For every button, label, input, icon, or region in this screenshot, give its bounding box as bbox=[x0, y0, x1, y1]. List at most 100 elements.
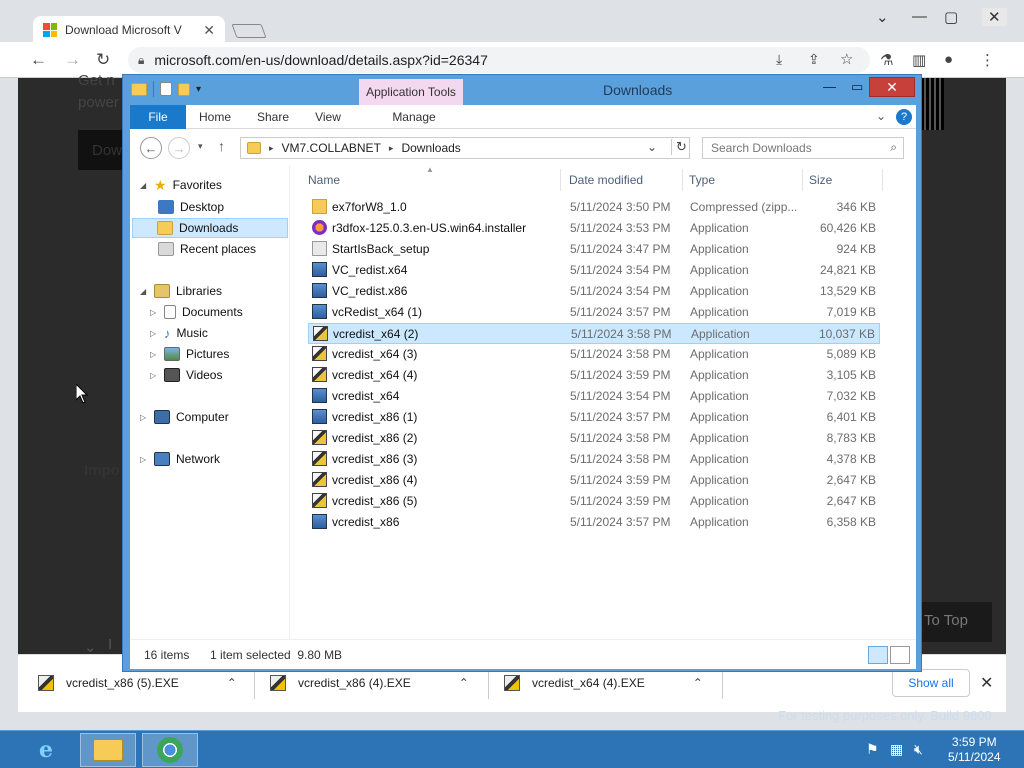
reload-button[interactable]: ↻ bbox=[96, 50, 110, 70]
column-header-type[interactable]: Type bbox=[689, 173, 715, 187]
close-window-button[interactable]: ✕ bbox=[869, 77, 915, 97]
tab-file[interactable]: File bbox=[130, 105, 186, 129]
recent-locations-icon[interactable]: ▾ bbox=[198, 141, 203, 152]
refresh-icon[interactable]: ↻ bbox=[671, 139, 687, 155]
chevron-up-icon[interactable]: ⌃ bbox=[459, 676, 469, 690]
download-icon[interactable]: ⤓ bbox=[776, 51, 782, 68]
collapse-triangle-icon[interactable]: ◢ bbox=[140, 287, 148, 296]
nav-computer[interactable]: ▷ Computer bbox=[140, 407, 229, 427]
expand-triangle-icon[interactable]: ▷ bbox=[140, 413, 148, 422]
flag-icon[interactable]: ⚑ bbox=[866, 741, 879, 758]
new-folder-icon[interactable] bbox=[178, 82, 190, 96]
file-row[interactable]: vcredist_x86 (1) 5/11/2024 3:57 PM Applica… bbox=[308, 407, 880, 428]
file-row[interactable]: vcRedist_x64 (1) 5/11/2024 3:57 PM Applica… bbox=[308, 302, 880, 323]
browser-tab[interactable]: Download Microsoft V ✕ bbox=[33, 16, 225, 44]
nav-libraries[interactable]: ◢ Libraries bbox=[140, 281, 222, 301]
file-row[interactable]: r3dfox-125.0.3.en-US.win64.installer 5/11… bbox=[308, 218, 880, 239]
nav-pictures[interactable]: ▷ Pictures bbox=[150, 344, 229, 364]
file-row[interactable]: vcredist_x86 (3) 5/11/2024 3:58 PM Applica… bbox=[308, 449, 880, 470]
expand-ribbon-icon[interactable]: ⌄ bbox=[876, 109, 886, 123]
properties-icon[interactable] bbox=[160, 82, 172, 96]
expand-triangle-icon[interactable]: ▷ bbox=[150, 371, 158, 380]
tab-view[interactable]: View bbox=[306, 105, 350, 129]
minimize-button[interactable]: — bbox=[823, 79, 836, 94]
back-button[interactable]: ← bbox=[30, 50, 47, 70]
help-icon[interactable]: ? bbox=[896, 109, 912, 125]
maximize-button[interactable]: ▢ bbox=[944, 8, 958, 26]
forward-button[interactable]: → bbox=[64, 50, 81, 70]
menu-icon[interactable]: ⋮ bbox=[980, 51, 995, 69]
column-separator[interactable] bbox=[560, 169, 561, 191]
nav-downloads[interactable]: Downloads bbox=[132, 218, 288, 238]
address-box[interactable]: ▸ VM7.COLLABNET ▸ Downloads ⌄ ↻ bbox=[240, 137, 690, 159]
new-tab-button[interactable] bbox=[231, 24, 267, 38]
file-row[interactable]: VC_redist.x64 5/11/2024 3:54 PM Applicatio… bbox=[308, 260, 880, 281]
star-icon[interactable]: ☆ bbox=[840, 50, 853, 68]
tab-manage[interactable]: Manage bbox=[362, 105, 466, 129]
network-icon[interactable]: ▦ bbox=[890, 741, 903, 758]
address-bar[interactable]: 🔒︎ microsoft.com/en-us/download/details.… bbox=[128, 47, 870, 73]
search-input[interactable]: Search Downloads ⌕ bbox=[702, 137, 904, 159]
file-row[interactable]: VC_redist.x86 5/11/2024 3:54 PM Applicatio… bbox=[308, 281, 880, 302]
close-download-bar-button[interactable]: ✕ bbox=[980, 673, 993, 693]
back-button[interactable]: ← bbox=[140, 137, 162, 159]
nav-network[interactable]: ▷ Network bbox=[140, 449, 220, 469]
breadcrumb-root[interactable]: VM7.COLLABNET bbox=[282, 141, 381, 155]
large-icons-view-button[interactable] bbox=[890, 646, 910, 664]
chevron-up-icon[interactable]: ⌃ bbox=[693, 676, 703, 690]
nav-music[interactable]: ▷ ♪ Music bbox=[150, 323, 208, 343]
file-row[interactable]: vcredist_x64 (3) 5/11/2024 3:58 PM Applica… bbox=[308, 344, 880, 365]
maximize-button[interactable]: ▭ bbox=[851, 79, 863, 95]
file-row[interactable]: vcredist_x64 (2) 5/11/2024 3:58 PM Applica… bbox=[308, 323, 880, 344]
file-row[interactable]: vcredist_x86 (4) 5/11/2024 3:59 PM Applica… bbox=[308, 470, 880, 491]
volume-muted-icon[interactable]: 🔇︎ bbox=[914, 741, 923, 758]
tab-share[interactable]: Share bbox=[248, 105, 298, 129]
close-icon[interactable]: ✕ bbox=[203, 22, 215, 39]
tab-home[interactable]: Home bbox=[190, 105, 240, 129]
share-icon[interactable]: ⇪ bbox=[808, 51, 820, 68]
column-header-name[interactable]: Name bbox=[308, 173, 340, 187]
search-icon[interactable]: ⌕ bbox=[890, 140, 897, 155]
nav-documents[interactable]: ▷ Documents bbox=[150, 302, 243, 322]
nav-videos[interactable]: ▷ Videos bbox=[150, 365, 222, 385]
file-row[interactable]: vcredist_x86 (5) 5/11/2024 3:59 PM Applica… bbox=[308, 491, 880, 512]
column-separator[interactable] bbox=[682, 169, 683, 191]
breadcrumb-current[interactable]: Downloads bbox=[401, 141, 460, 155]
sidepanel-icon[interactable]: ▥ bbox=[912, 51, 926, 69]
collapse-triangle-icon[interactable]: ◢ bbox=[140, 181, 148, 190]
nav-desktop[interactable]: Desktop bbox=[158, 197, 224, 217]
extensions-icon[interactable]: ⚗ bbox=[880, 51, 893, 69]
chevron-up-icon[interactable]: ⌃ bbox=[227, 676, 237, 690]
close-window-button[interactable]: ✕ bbox=[982, 8, 1007, 26]
column-header-date[interactable]: Date modified bbox=[569, 173, 643, 187]
column-separator[interactable] bbox=[882, 169, 883, 191]
show-all-button[interactable]: Show all bbox=[892, 669, 970, 697]
file-row[interactable]: vcredist_x86 (2) 5/11/2024 3:58 PM Applica… bbox=[308, 428, 880, 449]
expand-triangle-icon[interactable]: ▷ bbox=[150, 329, 158, 338]
file-row[interactable]: StartIsBack_setup 5/11/2024 3:47 PM Applic… bbox=[308, 239, 880, 260]
customize-qat-icon[interactable]: ▾ bbox=[196, 84, 201, 95]
forward-button[interactable]: → bbox=[168, 137, 190, 159]
minimize-button[interactable]: — bbox=[912, 8, 927, 25]
chrome-taskbar-button[interactable] bbox=[142, 733, 198, 767]
expand-triangle-icon[interactable]: ▷ bbox=[150, 350, 158, 359]
nav-recent-places[interactable]: Recent places bbox=[158, 239, 256, 259]
column-header-size[interactable]: Size bbox=[809, 173, 832, 187]
column-separator[interactable] bbox=[802, 169, 803, 191]
chevron-down-icon[interactable]: ⌄ bbox=[876, 8, 889, 26]
expand-triangle-icon[interactable]: ▷ bbox=[140, 455, 148, 464]
chevron-down-icon[interactable]: ⌄ bbox=[647, 140, 657, 154]
clock[interactable]: 3:59 PM 5/11/2024 bbox=[948, 735, 1001, 765]
back-to-top-button[interactable]: To Top bbox=[918, 602, 992, 642]
file-row[interactable]: ex7forW8_1.0 5/11/2024 3:50 PM Compressed … bbox=[308, 197, 880, 218]
expand-triangle-icon[interactable]: ▷ bbox=[150, 308, 158, 317]
details-view-button[interactable] bbox=[868, 646, 888, 664]
profile-avatar-icon[interactable]: ● bbox=[944, 51, 953, 68]
explorer-titlebar[interactable]: ▾ Application Tools Downloads — ▭ ✕ bbox=[123, 75, 923, 105]
file-row[interactable]: vcredist_x64 (4) 5/11/2024 3:59 PM Applica… bbox=[308, 365, 880, 386]
nav-favorites[interactable]: ◢ ★ Favorites bbox=[140, 175, 222, 195]
chevron-right-icon[interactable]: ▸ bbox=[269, 143, 274, 154]
internet-explorer-button[interactable]: e bbox=[18, 733, 74, 767]
up-arrow-icon[interactable]: ↑ bbox=[218, 138, 225, 154]
chevron-right-icon[interactable]: ▸ bbox=[389, 143, 394, 154]
